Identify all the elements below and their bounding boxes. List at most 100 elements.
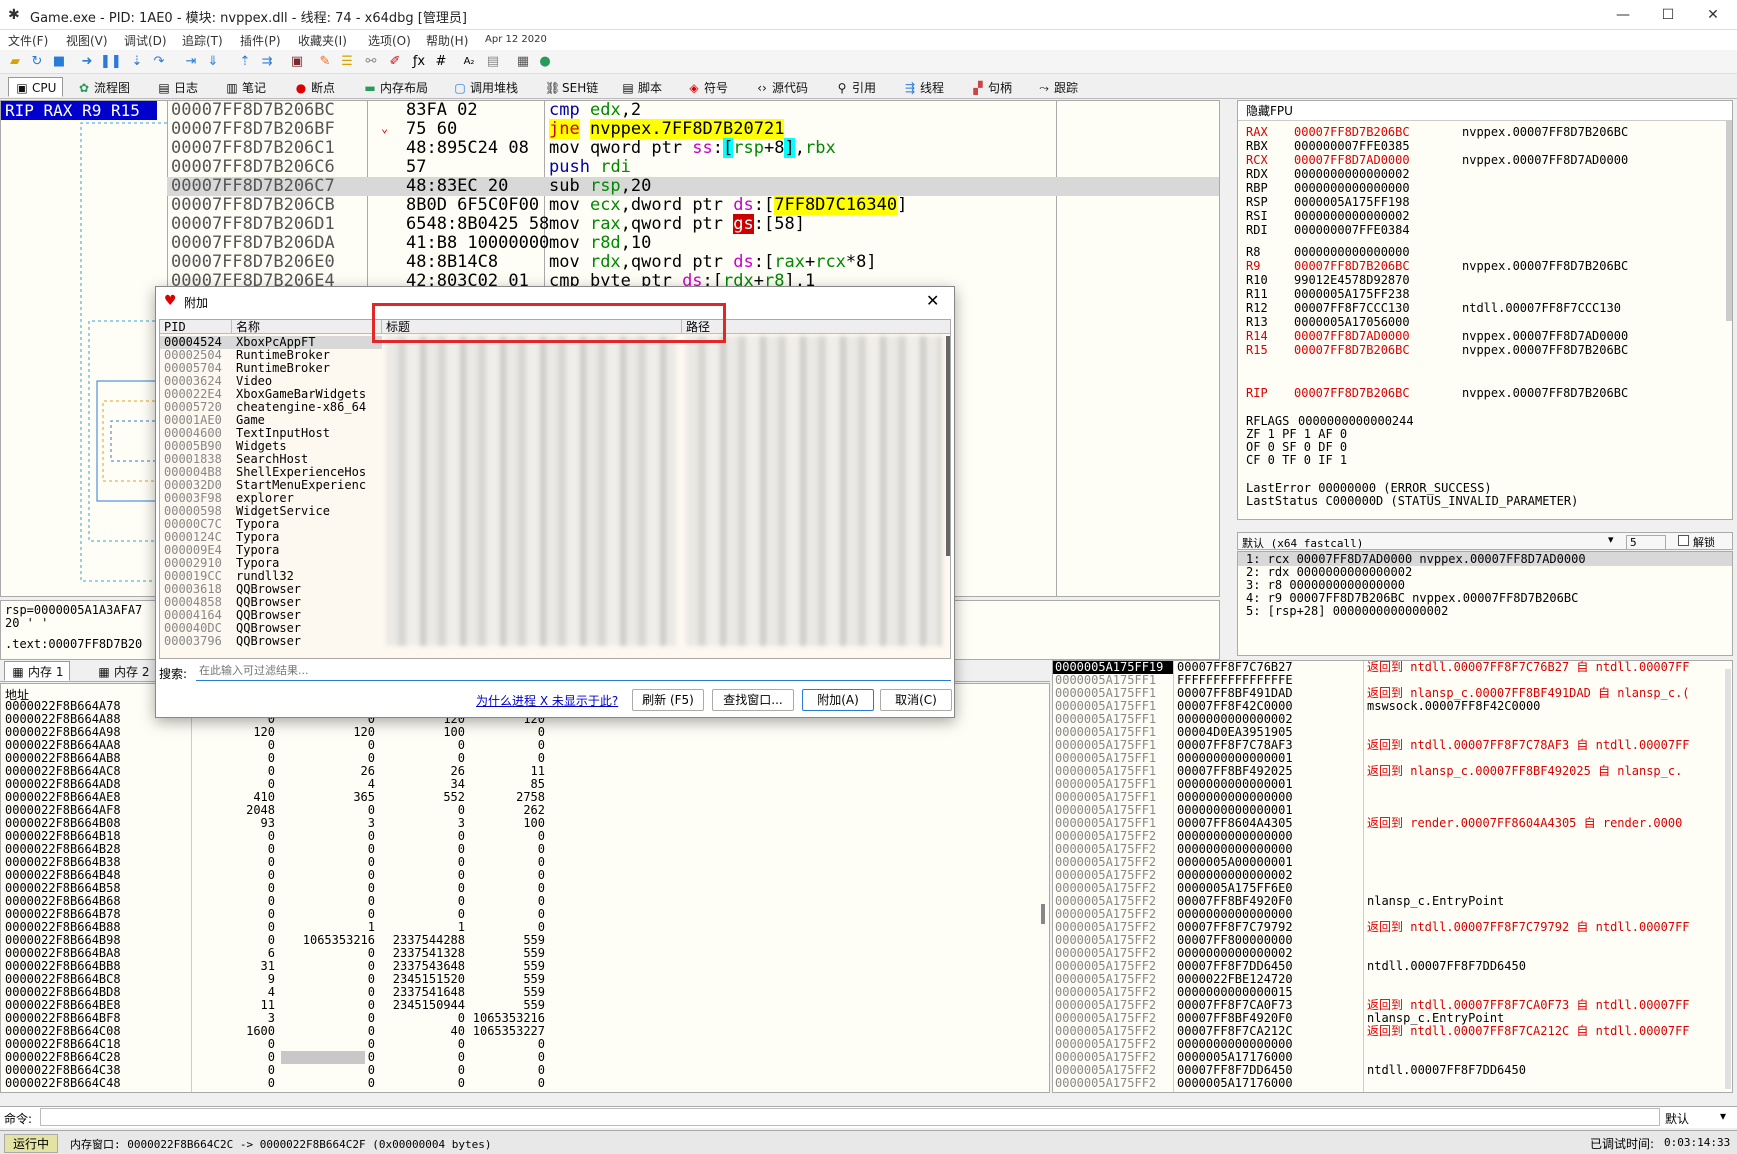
register-row[interactable]: RSI 0000000000000002 <box>1246 209 1462 223</box>
globe-icon[interactable]: ● <box>536 53 554 71</box>
minimize-icon[interactable]: — <box>1600 0 1646 30</box>
step-into-icon[interactable]: ⇣ <box>128 53 146 71</box>
trace-over-icon[interactable]: ⇓ <box>204 53 222 71</box>
register-row[interactable]: R15 00007FF8D7B206BC nvppex.00007FF8D7B206… <box>1246 343 1628 357</box>
execute-till-return-icon[interactable]: ⇡ <box>236 53 254 71</box>
reg-value[interactable]: 00007FF8D7AD0000 <box>1294 153 1462 167</box>
reg-value[interactable]: 00007FF8D7B206BC <box>1294 386 1462 400</box>
command-input[interactable] <box>40 1108 1660 1126</box>
scrollbar[interactable] <box>1041 904 1045 924</box>
dump-row[interactable]: 0000022F8B664C08 1600 0 40 1065353227 <box>1 1025 1041 1038</box>
dump-row[interactable]: 0000022F8B664AB8 0 0 0 0 <box>1 752 1041 765</box>
cancel-button[interactable]: 取消(C) <box>880 689 952 711</box>
stack-row[interactable]: 0000005A175FF2 0000005A17176000 <box>1053 1077 1723 1090</box>
register-row[interactable]: R12 00007FF8F7CCC130 ntdll.00007FF8F7CCC13… <box>1246 301 1621 315</box>
flags-row[interactable]: ZF 1 PF 1 AF 0 <box>1246 427 1347 441</box>
dump-row[interactable]: 0000022F8B664C18 0 0 0 0 <box>1 1038 1041 1051</box>
dump-row[interactable]: 0000022F8B664B48 0 0 0 0 <box>1 869 1041 882</box>
menu-view[interactable]: 视图(V) <box>66 32 108 49</box>
pause-icon[interactable]: ❚❚ <box>100 53 122 71</box>
tab-graph[interactable]: ✿ 流程图 <box>70 77 137 97</box>
dump-row[interactable]: 0000022F8B664B18 0 0 0 0 <box>1 830 1041 843</box>
process-row[interactable]: 00003796 QQBrowser <box>160 635 382 648</box>
menu-options[interactable]: 选项(O) <box>368 32 411 49</box>
arguments-panel[interactable]: 1: rcx 00007FF8D7AD0000 nvppex.00007FF8D… <box>1237 551 1733 656</box>
reg-value[interactable]: 0000000000000002 <box>1294 167 1462 181</box>
dump-row[interactable]: 0000022F8B664B98 0 1065353216 2337544288 559 <box>1 934 1041 947</box>
reg-value[interactable]: 0000000000000000 <box>1294 181 1462 195</box>
register-row[interactable]: R11 0000005A175FF238 <box>1246 287 1462 301</box>
tab-symbols[interactable]: ◈ 符号 <box>680 77 735 97</box>
reg-value[interactable]: 00007FF8D7B206BC <box>1294 343 1462 357</box>
bookmark-icon[interactable]: ⚯ <box>362 53 380 71</box>
stack-view[interactable]: 0000005A175FF19 00007FF8F7C76B27 返回到 ntdll… <box>1052 660 1733 1093</box>
reg-value[interactable]: 0000005A17056000 <box>1294 315 1462 329</box>
reg-value[interactable]: 000000007FFE0384 <box>1294 223 1462 237</box>
menu-plugins[interactable]: 插件(P) <box>240 32 281 49</box>
menu-file[interactable]: 文件(F) <box>8 32 48 49</box>
dump-row[interactable]: 0000022F8B664B78 0 0 0 0 <box>1 908 1041 921</box>
hash-icon[interactable]: # <box>432 53 450 71</box>
comment-icon[interactable]: ✎ <box>316 53 334 71</box>
tab-references[interactable]: ⚲ 引用 <box>828 77 883 97</box>
register-row[interactable]: R13 0000005A17056000 <box>1246 315 1462 329</box>
tab-script[interactable]: ▤ 脚本 <box>614 77 669 97</box>
trace-into-icon[interactable]: ⇥ <box>182 53 200 71</box>
disasm-row-selected[interactable]: 00007FF8D7B206C7 48:83EC 20 sub rsp,20 <box>167 177 1219 196</box>
register-row[interactable]: R14 00007FF8D7AD0000 nvppex.00007FF8D7AD00… <box>1246 329 1628 343</box>
tab-breakpoints[interactable]: ● 断点 <box>287 77 342 97</box>
label-icon[interactable]: ☰ <box>338 53 356 71</box>
register-row[interactable]: RSP 0000005A175FF198 <box>1246 195 1462 209</box>
find-window-button[interactable]: 查找窗口... <box>712 689 794 711</box>
reg-value[interactable]: 00007FF8D7B206BC <box>1294 125 1462 139</box>
dump-row[interactable]: 0000022F8B664B88 0 1 1 0 <box>1 921 1041 934</box>
refresh-button[interactable]: 刷新 (F5) <box>632 689 704 711</box>
tab-source[interactable]: ‹› 源代码 <box>748 77 815 97</box>
tab-memory-map[interactable]: ▬ 内存布局 <box>356 77 435 97</box>
font-icon[interactable]: A₂ <box>460 53 478 71</box>
registers-panel[interactable]: 隐藏FPU RIP 00007FF8D7B206BC nvppex.00007FF8… <box>1237 100 1733 520</box>
register-row[interactable]: R8 0000000000000000 <box>1246 245 1462 259</box>
menu-favourites[interactable]: 收藏夹(I) <box>298 32 347 49</box>
dump-row[interactable]: 0000022F8B664BD8 4 0 2337541648 559 <box>1 986 1041 999</box>
column-header-name[interactable]: 名称 <box>232 320 382 334</box>
dump-row[interactable]: 0000022F8B664BA8 6 0 2337541328 559 <box>1 947 1041 960</box>
memory-dump-view[interactable]: 地址 0000022F8B664A78 0000022F8B664A88 0 0 120… <box>0 683 1050 1093</box>
arg-line[interactable]: 4: r9 00007FF8D7B206BC nvppex.00007FF8D7… <box>1246 591 1578 605</box>
dump-row[interactable]: 0000022F8B664B58 0 0 0 0 <box>1 882 1041 895</box>
dump-row[interactable]: 0000022F8B664B38 0 0 0 0 <box>1 856 1041 869</box>
tab-cpu[interactable]: ▣ CPU <box>8 77 64 97</box>
reg-value[interactable]: 99012E4578D92870 <box>1294 273 1462 287</box>
reg-value[interactable]: 00007FF8D7AD0000 <box>1294 329 1462 343</box>
tab-dump-2[interactable]: ▦ 内存 2 <box>90 661 156 681</box>
run-icon[interactable]: ➜ <box>78 53 96 71</box>
reg-value[interactable]: 0000000000000002 <box>1294 209 1462 223</box>
tab-notes[interactable]: ▥ 笔记 <box>218 77 273 97</box>
reg-value[interactable]: 0000005A175FF198 <box>1294 195 1462 209</box>
why-process-missing-link[interactable]: 为什么进程 X 未显示于此? <box>476 692 618 709</box>
run-to-user-code-icon[interactable]: ⇉ <box>258 53 276 71</box>
menu-trace[interactable]: 追踪(T) <box>182 32 223 49</box>
register-row[interactable]: RDX 0000000000000002 <box>1246 167 1462 181</box>
chevron-down-icon[interactable]: ▾ <box>1720 1109 1726 1123</box>
arg-line[interactable]: 3: r8 0000000000000000 <box>1246 578 1405 592</box>
reg-value[interactable]: 0000000000000000 <box>1294 245 1462 259</box>
dump-row[interactable]: 0000022F8B664B08 93 3 3 100 <box>1 817 1041 830</box>
stop-icon[interactable]: ■ <box>50 53 68 71</box>
dump-row[interactable]: 0000022F8B664B28 0 0 0 0 <box>1 843 1041 856</box>
column-header-pid[interactable]: PID <box>160 320 232 334</box>
scrollbar[interactable] <box>946 336 950 556</box>
tab-trace[interactable]: ⤳ 跟踪 <box>1030 77 1085 97</box>
dump-row[interactable]: 0000022F8B664C48 0 0 0 0 <box>1 1077 1041 1090</box>
reg-value[interactable]: 0000005A175FF238 <box>1294 287 1462 301</box>
search-input[interactable] <box>196 661 951 681</box>
close-icon[interactable]: ✕ <box>926 291 939 310</box>
register-row[interactable]: RBX 000000007FFE0385 <box>1246 139 1462 153</box>
fx-icon[interactable]: ƒx <box>410 53 428 71</box>
function-icon[interactable]: ✐ <box>386 53 404 71</box>
register-row[interactable]: R9 00007FF8D7B206BC nvppex.00007FF8D7B206B… <box>1246 259 1628 273</box>
dump-row[interactable]: 0000022F8B664A98 120 120 100 0 <box>1 726 1041 739</box>
scrollbar[interactable] <box>1726 121 1732 321</box>
menu-debug[interactable]: 调试(D) <box>124 32 167 49</box>
tab-dump-1[interactable]: ▦ 内存 1 <box>4 661 71 681</box>
